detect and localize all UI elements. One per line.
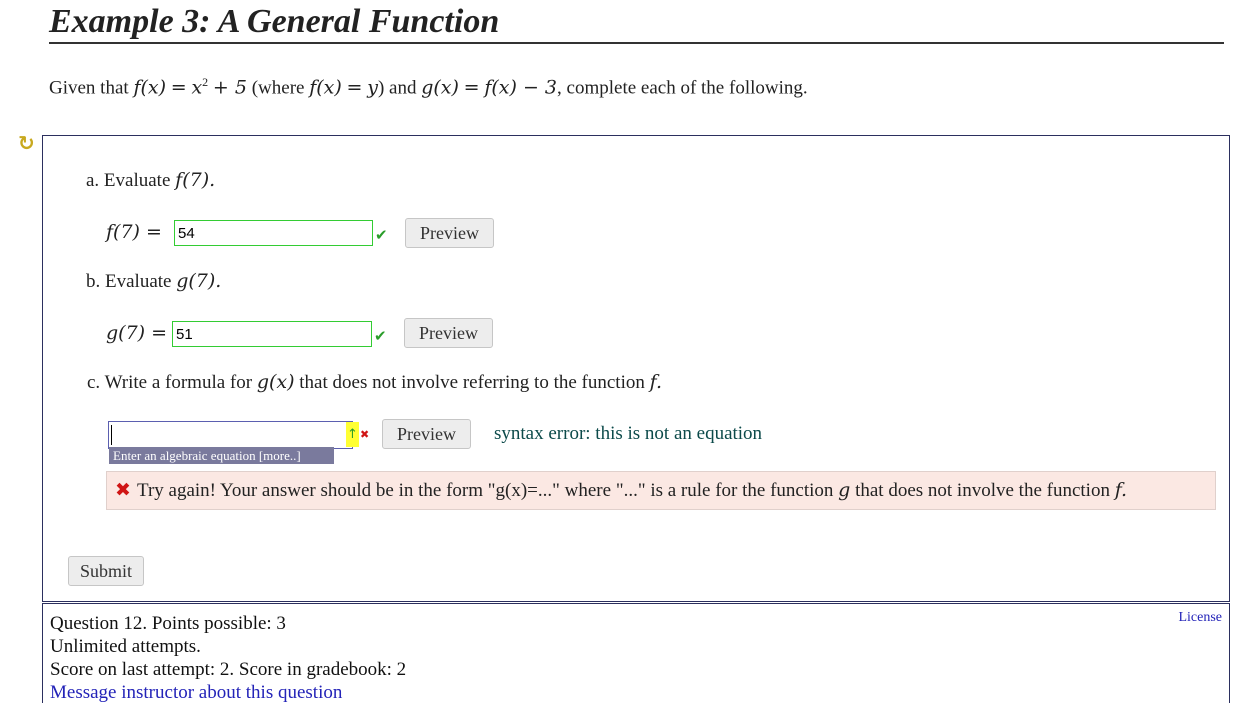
equation-hint[interactable]: Enter an algebraic equation [more..] (109, 447, 334, 464)
part-a-eq-label: f(7) = (106, 221, 162, 243)
part-c-label-mid: that does not involve referring to the f… (299, 372, 645, 393)
attempts-info: Unlimited attempts. (50, 636, 201, 657)
cross-icon: ✖ (360, 428, 370, 441)
part-a-label: a. Evaluate f(7). (86, 168, 215, 193)
page-title: Example 3: A General Function (49, 2, 1224, 44)
intro-text: Given that (49, 77, 129, 99)
part-a-label-text: a. Evaluate (86, 170, 171, 191)
part-c-label-text: c. Write a formula for (87, 372, 253, 393)
feedback-message: ✖ Try again! Your answer should be in th… (106, 471, 1216, 510)
where-lhs: f(x) (309, 76, 342, 99)
where-open: (where (251, 77, 305, 99)
check-icon: ✔ (375, 226, 388, 244)
syntax-error-message: syntax error: this is not an equation (494, 423, 763, 444)
part-c-label: c. Write a formula for g(x) that does no… (87, 370, 662, 395)
part-c-preview-button[interactable]: Preview (382, 419, 471, 449)
equals-sign: = (346, 76, 363, 99)
score-info: Score on last attempt: 2. Score in grade… (50, 659, 407, 680)
part-b-preview-button[interactable]: Preview (404, 318, 493, 348)
feedback-g: g (838, 479, 851, 501)
question-intro: Given that f(x) = x2 + 5 (where f(x) = y… (49, 70, 808, 100)
feedback-f: f. (1114, 479, 1128, 501)
and-text: ) and (377, 77, 417, 99)
part-a-label-math: f(7). (175, 169, 216, 191)
part-c-label-math: g(x) (256, 371, 295, 393)
part-b-label-math: g(7). (176, 270, 222, 292)
f-definition-exponent: 2 (202, 75, 209, 89)
up-arrow-icon[interactable]: ↑ (346, 422, 359, 447)
intro-tail: , complete each of the following. (557, 77, 808, 99)
question-box: a. Evaluate f(7). f(7) = ✔ Preview b. Ev… (42, 135, 1230, 602)
check-icon: ✔ (374, 327, 387, 345)
points-info: Question 12. Points possible: 3 (50, 613, 286, 634)
part-b-label: b. Evaluate g(7). (86, 269, 221, 294)
license-link[interactable]: License (1178, 610, 1222, 626)
g-definition-lhs: g(x) (421, 76, 459, 99)
equals-sign: = (170, 76, 187, 99)
message-instructor-link[interactable]: Message instructor about this question (50, 681, 342, 704)
refresh-icon[interactable]: ↻ (18, 133, 38, 153)
feedback-text-start: Try again! Your answer should be in the … (137, 480, 834, 501)
f-definition-lhs: f(x) (133, 76, 167, 99)
f-definition-base: x (191, 76, 203, 99)
f-definition-rest: + 5 (212, 76, 247, 99)
part-b-eq-label: g(7) = (106, 322, 168, 344)
equals-sign: = (463, 76, 480, 99)
part-c-answer-input[interactable] (108, 421, 353, 449)
feedback-text-mid: that does not involve the function (855, 480, 1110, 501)
submit-button[interactable]: Submit (68, 556, 145, 586)
cross-icon: ✖ (115, 479, 131, 501)
g-definition-rhs: f(x) − 3 (484, 76, 558, 99)
part-c-label-f: f. (649, 371, 663, 393)
part-a-answer-input[interactable] (174, 220, 373, 246)
text-cursor (111, 425, 112, 445)
part-b-answer-input[interactable] (172, 321, 372, 347)
part-b-label-text: b. Evaluate (86, 271, 172, 292)
question-info-box: Question 12. Points possible: 3 Unlimite… (42, 603, 1230, 703)
where-rhs: y (367, 76, 378, 99)
part-a-preview-button[interactable]: Preview (405, 218, 494, 248)
